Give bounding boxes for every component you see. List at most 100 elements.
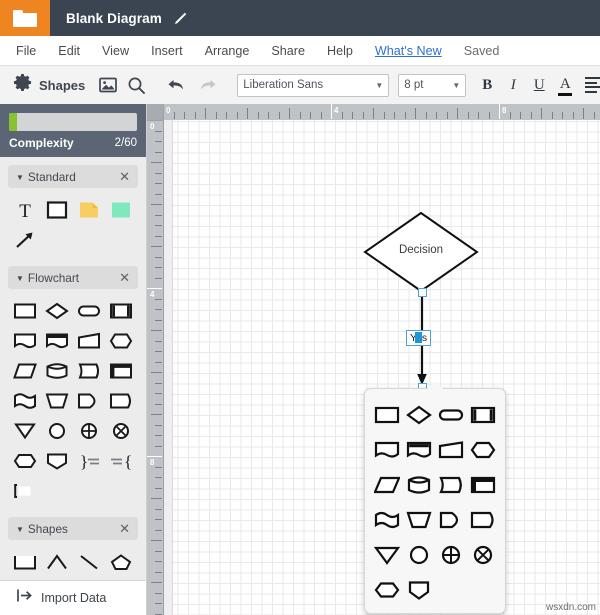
palette-connector-shape[interactable] xyxy=(41,416,73,446)
chevron-down-icon: ▼ xyxy=(375,80,384,90)
ruler-h-label-0: 0 xyxy=(166,106,171,115)
palette-arrow-shape[interactable] xyxy=(9,225,41,255)
flowchart-shape-grid: } { xyxy=(0,289,146,509)
menu-file[interactable]: File xyxy=(16,44,36,58)
import-data-button[interactable]: Import Data xyxy=(0,580,146,615)
menu-view[interactable]: View xyxy=(102,44,129,58)
shape-picker-popup[interactable] xyxy=(364,381,506,614)
picker-internal-storage-shape[interactable] xyxy=(467,467,499,502)
palette-paper-tape-shape[interactable] xyxy=(9,386,41,416)
align-left-icon[interactable] xyxy=(585,77,600,93)
undo-arrow-icon[interactable] xyxy=(165,74,187,96)
pencil-icon[interactable] xyxy=(173,11,188,26)
connector-source-handle[interactable] xyxy=(418,288,427,297)
vertical-ruler[interactable]: 0 4 8 xyxy=(147,104,164,615)
picker-merge-shape[interactable] xyxy=(403,572,435,607)
section-header-shapes[interactable]: ▼ Shapes ✕ xyxy=(8,517,138,540)
palette-terminator-shape[interactable] xyxy=(73,296,105,326)
section-title-flowchart: Flowchart xyxy=(27,270,80,285)
picker-direct-access-storage-shape[interactable] xyxy=(403,467,435,502)
palette-document-shape[interactable] xyxy=(9,326,41,356)
font-color-button[interactable]: A xyxy=(552,76,578,96)
close-icon[interactable]: ✕ xyxy=(119,170,130,183)
palette-chevron-up-shape[interactable] xyxy=(41,547,73,577)
search-icon[interactable] xyxy=(125,74,147,96)
picker-delay-shape[interactable] xyxy=(467,502,499,537)
bold-button[interactable]: B xyxy=(474,77,500,94)
font-size-select[interactable]: 8 pt ▼ xyxy=(398,73,467,97)
palette-preparation-shape[interactable] xyxy=(105,326,137,356)
underline-button[interactable]: U xyxy=(526,77,552,94)
font-family-select[interactable]: Liberation Sans ▼ xyxy=(237,73,390,97)
close-icon[interactable]: ✕ xyxy=(119,271,130,284)
folder-icon[interactable] xyxy=(0,0,50,36)
picker-loop-limit-shape[interactable] xyxy=(371,572,403,607)
picker-connector-shape[interactable] xyxy=(403,537,435,572)
redo-arrow-icon[interactable] xyxy=(197,74,219,96)
section-header-flowchart[interactable]: ▼ Flowchart ✕ xyxy=(8,266,138,289)
decision-node[interactable]: Decision xyxy=(363,211,479,293)
palette-extract-shape[interactable] xyxy=(9,416,41,446)
picker-manual-input-shape[interactable] xyxy=(435,432,467,467)
picker-data-shape[interactable] xyxy=(371,467,403,502)
picker-summing-junction-shape[interactable] xyxy=(435,537,467,572)
palette-delay-shape[interactable] xyxy=(105,386,137,416)
picker-extract-shape[interactable] xyxy=(371,537,403,572)
palette-text-shape[interactable]: T xyxy=(9,195,41,225)
palette-multi-document-shape[interactable] xyxy=(41,326,73,356)
picker-preparation-shape[interactable] xyxy=(467,432,499,467)
picker-process-shape[interactable] xyxy=(371,397,403,432)
picker-manual-operation-shape[interactable] xyxy=(403,502,435,537)
palette-data-shape[interactable] xyxy=(9,356,41,386)
chevron-down-icon: ▼ xyxy=(16,172,24,182)
picker-document-shape[interactable] xyxy=(371,432,403,467)
palette-manual-operation-shape[interactable] xyxy=(41,386,73,416)
italic-button[interactable]: I xyxy=(500,77,526,94)
menu-share[interactable]: Share xyxy=(271,44,305,58)
palette-merge-shape[interactable] xyxy=(41,446,73,476)
picker-multi-document-shape[interactable] xyxy=(403,432,435,467)
palette-display-shape[interactable] xyxy=(73,386,105,416)
palette-green-square-shape[interactable] xyxy=(105,195,137,225)
palette-note-shape[interactable] xyxy=(73,195,105,225)
horizontal-ruler[interactable]: 0 4 8 xyxy=(147,104,600,121)
menu-edit[interactable]: Edit xyxy=(58,44,80,58)
chevron-down-icon: ▼ xyxy=(16,273,24,283)
palette-stored-data-shape[interactable] xyxy=(73,356,105,386)
palette-diagonal-line-shape[interactable] xyxy=(73,547,105,577)
picker-display-shape[interactable] xyxy=(435,502,467,537)
picker-stored-data-shape[interactable] xyxy=(435,467,467,502)
palette-card-shape[interactable] xyxy=(9,476,41,506)
palette-or-shape[interactable] xyxy=(105,416,137,446)
picker-or-shape[interactable] xyxy=(467,537,499,572)
palette-loop-limit-shape[interactable] xyxy=(9,446,41,476)
close-icon[interactable]: ✕ xyxy=(119,522,130,535)
image-icon[interactable] xyxy=(97,74,119,96)
palette-predefined-process-shape[interactable] xyxy=(105,296,137,326)
palette-direct-access-storage-shape[interactable] xyxy=(41,356,73,386)
palette-process-shape[interactable] xyxy=(9,296,41,326)
palette-decision-shape[interactable] xyxy=(41,296,73,326)
palette-collate-shape[interactable]: } xyxy=(73,446,105,476)
palette-pentagon-shape[interactable] xyxy=(105,547,137,577)
picker-predefined-process-shape[interactable] xyxy=(467,397,499,432)
palette-internal-storage-shape[interactable] xyxy=(105,356,137,386)
palette-summing-junction-shape[interactable] xyxy=(73,416,105,446)
palette-rectangle-shape[interactable] xyxy=(41,195,73,225)
menu-insert[interactable]: Insert xyxy=(151,44,183,58)
menu-bar: File Edit View Insert Arrange Share Help… xyxy=(0,36,600,66)
canvas-viewport[interactable]: Decision Yes xyxy=(163,120,600,615)
shapes-button[interactable]: Shapes xyxy=(9,73,89,97)
section-header-standard[interactable]: ▼ Standard ✕ xyxy=(8,165,138,188)
picker-decision-shape[interactable] xyxy=(403,397,435,432)
picker-paper-tape-shape[interactable] xyxy=(371,502,403,537)
menu-help[interactable]: Help xyxy=(327,44,353,58)
palette-open-rectangle-shape[interactable] xyxy=(9,547,41,577)
menu-whats-new[interactable]: What's New xyxy=(375,44,442,58)
complexity-label: Complexity xyxy=(9,136,74,150)
menu-arrange[interactable]: Arrange xyxy=(205,44,250,58)
save-status: Saved xyxy=(463,43,500,58)
picker-terminator-shape[interactable] xyxy=(435,397,467,432)
palette-sort-shape[interactable]: { xyxy=(105,446,137,476)
palette-manual-input-shape[interactable] xyxy=(73,326,105,356)
